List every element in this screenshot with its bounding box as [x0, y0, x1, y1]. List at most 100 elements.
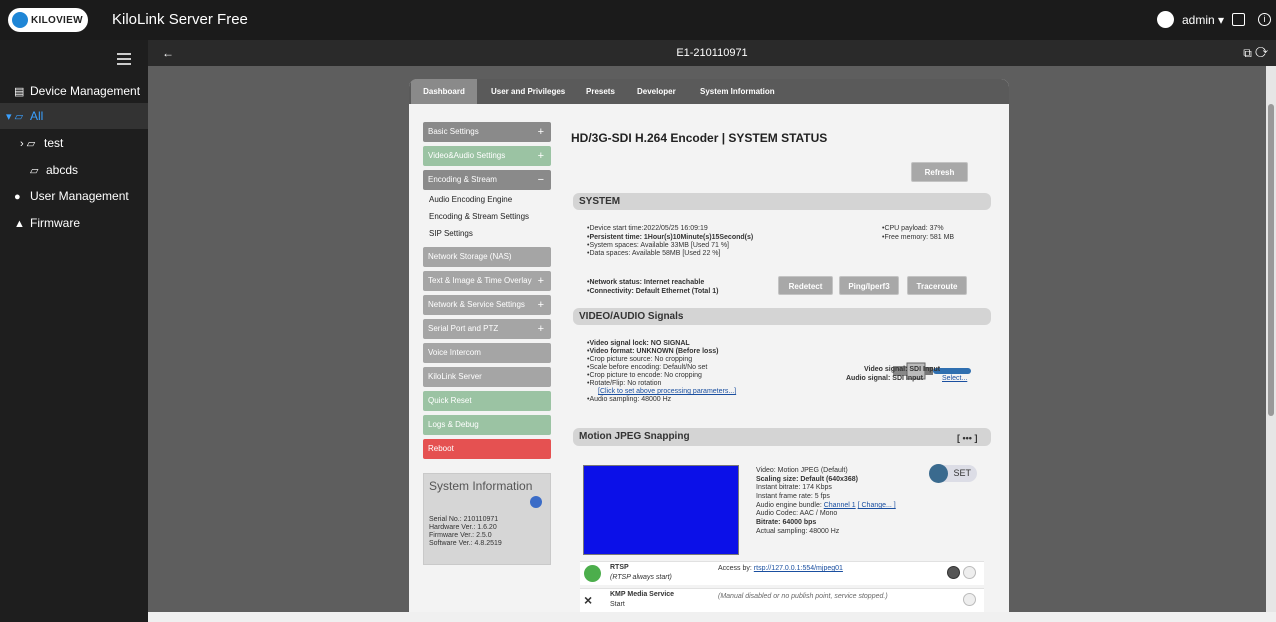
menu-serial-port-ptz[interactable]: Serial Port and PTZ + [423, 319, 551, 339]
horizontal-scrollbar[interactable] [148, 612, 1276, 622]
globe-icon [530, 496, 542, 508]
processing-parameters-link[interactable]: [Click to set above processing parameter… [598, 388, 736, 395]
device-web-panel: Dashboard User and Privileges Presets De… [409, 79, 1009, 612]
menu-video-audio-settings[interactable]: Video&Audio Settings + [423, 146, 551, 166]
device-icon: ▤ [14, 86, 25, 98]
sidebar-item-firmware[interactable]: ▲ Firmware [0, 210, 148, 236]
menu-quick-reset[interactable]: Quick Reset [423, 391, 551, 411]
serial-number: Serial No.: 210110971 [429, 516, 499, 523]
settings-icon[interactable] [963, 593, 976, 606]
user-menu[interactable]: admin ▾ [1182, 13, 1224, 27]
submenu-sip-settings[interactable]: SIP Settings [429, 229, 473, 238]
mjpeg-bitrate: Instant bitrate: 174 Kbps [756, 484, 832, 491]
channel-link[interactable]: Channel 1 [824, 502, 856, 509]
sidebar-item-all[interactable]: ▾ ▱ All [0, 103, 148, 129]
user-avatar-icon[interactable] [1157, 11, 1174, 28]
firmware-version: Firmware Ver.: 2.5.0 [429, 532, 492, 539]
sidebar-item-label: Device Management [30, 84, 141, 98]
logo-mark-icon [12, 12, 28, 28]
tab-user-privileges[interactable]: User and Privileges [491, 79, 565, 104]
redetect-button[interactable]: Redetect [778, 276, 833, 295]
collapse-menu-icon[interactable] [117, 53, 131, 65]
minus-icon: − [537, 174, 544, 186]
video-preview [583, 465, 739, 555]
sidebar-item-label: Firmware [30, 216, 80, 230]
menu-label: Voice Intercom [428, 348, 481, 357]
sidebar-item-device-management[interactable]: ▤Device Management ^ [0, 78, 148, 125]
menu-reboot[interactable]: Reboot [423, 439, 551, 459]
settings-icon[interactable] [963, 566, 976, 579]
sidebar-item-user-management[interactable]: ● User Management [0, 183, 148, 209]
signals-section-header: VIDEO/AUDIO Signals [573, 308, 991, 325]
rtsp-name: RTSP [610, 564, 629, 571]
plus-icon: + [537, 126, 544, 138]
tab-developer[interactable]: Developer [637, 79, 676, 104]
folder-icon: › ▱ [20, 138, 36, 150]
menu-label: Logs & Debug [428, 420, 479, 429]
plus-icon: + [537, 275, 544, 287]
refresh-circle-icon[interactable] [584, 565, 601, 582]
tab-dashboard[interactable]: Dashboard [411, 79, 477, 104]
tab-presets[interactable]: Presets [586, 79, 615, 104]
select-audio-link[interactable]: Select... [942, 375, 967, 382]
logout-icon[interactable] [1232, 13, 1245, 26]
window-actions-icon[interactable]: ⧉ ⟳ [1243, 46, 1268, 61]
menu-label: Network Storage (NAS) [428, 252, 512, 261]
crop-to-encode: Crop picture to encode: No cropping [587, 372, 701, 379]
menu-voice-intercom[interactable]: Voice Intercom [423, 343, 551, 363]
plus-icon: + [537, 323, 544, 335]
menu-basic-settings[interactable]: Basic Settings + [423, 122, 551, 142]
system-section-header: SYSTEM [573, 193, 991, 210]
menu-label: KiloLink Server [428, 372, 482, 381]
rtsp-service-row: RTSP (RTSP always start) Access by: rtsp… [580, 561, 984, 585]
tab-system-information[interactable]: System Information [700, 79, 775, 104]
menu-text-image-time-overlay[interactable]: Text & Image & Time Overlay + [423, 271, 551, 291]
network-status: Network status: Internet reachable [587, 279, 704, 286]
system-information-box: System Information Serial No.: 210110971… [423, 473, 551, 565]
plus-icon: + [537, 150, 544, 162]
submenu-encoding-stream-settings[interactable]: Encoding & Stream Settings [429, 212, 529, 221]
mjpeg-framerate: Instant frame rate: 5 fps [756, 493, 830, 500]
info-icon[interactable]: i [1258, 13, 1271, 26]
menu-label: Quick Reset [428, 396, 472, 405]
dashboard-content: Basic Settings + Video&Audio Settings + En… [409, 104, 1009, 612]
page-title: HD/3G-SDI H.264 Encoder | SYSTEM STATUS [571, 131, 828, 145]
menu-kilolink-server[interactable]: KiloLink Server [423, 367, 551, 387]
top-bar: KILOVIEW KiloLink Server Free admin ▾ i [0, 0, 1276, 40]
traceroute-button[interactable]: Traceroute [907, 276, 967, 295]
device-start-time: Device start time:2022/05/25 16:09:19 [587, 225, 707, 232]
hardware-version: Hardware Ver.: 1.6.20 [429, 524, 497, 531]
persistent-time: Persistent time: 1Hour(s)10Minute(s)15Se… [587, 234, 753, 241]
sidebar-item-label: All [30, 109, 44, 123]
ping-iperf3-button[interactable]: Ping/Iperf3 [839, 276, 899, 295]
info-icon[interactable] [947, 566, 960, 579]
kmp-note: (Manual disabled or no publish point, se… [718, 593, 888, 600]
device-title: E1-210110971 [676, 47, 748, 59]
submenu-audio-encoding-engine[interactable]: Audio Encoding Engine [429, 195, 512, 204]
menu-label: Encoding & Stream [428, 175, 497, 184]
users-icon: ● [14, 191, 21, 203]
close-icon[interactable]: × [584, 592, 601, 609]
refresh-button[interactable]: Refresh [911, 162, 968, 182]
menu-encoding-stream[interactable]: Encoding & Stream − [423, 170, 551, 190]
audio-bitrate: Bitrate: 64000 bps [756, 519, 817, 526]
kmp-name: KMP Media Service [610, 591, 675, 598]
menu-label: Serial Port and PTZ [428, 324, 499, 333]
audio-signal-source: Audio signal: SDI Input [846, 375, 923, 382]
menu-network-storage[interactable]: Network Storage (NAS) [423, 247, 551, 267]
menu-logs-debug[interactable]: Logs & Debug [423, 415, 551, 435]
change-link[interactable]: [ Change... ] [858, 502, 896, 509]
device-tab-bar: ← E1-210110971 ⧉ ⟳ [148, 40, 1276, 66]
scrollbar[interactable] [1266, 66, 1276, 612]
sidebar-item-abcds[interactable]: ▱ abcds [0, 157, 148, 183]
menu-network-service-settings[interactable]: Network & Service Settings + [423, 295, 551, 315]
cpu-payload: CPU payload: 37% [882, 225, 943, 232]
connectivity: Connectivity: Default Ethernet (Total 1) [587, 288, 718, 295]
set-button[interactable]: SET [929, 464, 977, 483]
scrollbar-thumb[interactable] [1268, 104, 1274, 416]
sysinfo-title: System Information [429, 479, 533, 493]
kmp-start: Start [610, 601, 625, 608]
more-options-button[interactable]: [ ••• ] [957, 433, 977, 443]
rtsp-url-link[interactable]: rtsp://127.0.0.1:554/mjpeg01 [754, 565, 843, 572]
sidebar-item-test[interactable]: › ▱ test [0, 130, 148, 156]
